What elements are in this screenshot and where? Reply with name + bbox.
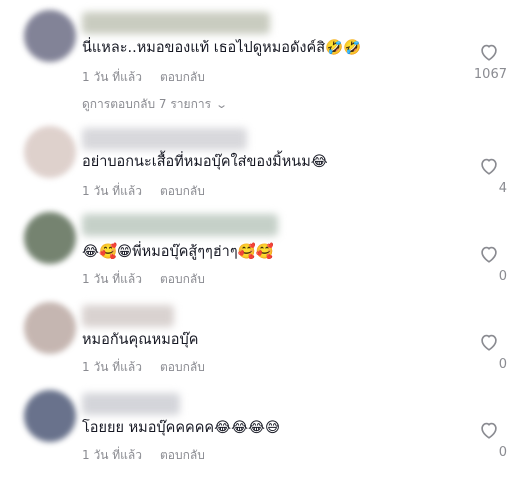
reply-button[interactable]: ตอบกลับ (160, 70, 205, 84)
like-button[interactable] (478, 243, 500, 265)
comment-text: นี่แหละ..หมอของแท้ เธอไปดูหมอดังค์สิ🤣🤣 (82, 40, 362, 56)
reply-button[interactable]: ตอบกลับ (160, 448, 205, 462)
username[interactable] (82, 214, 278, 236)
comment-meta: 1 วัน ที่แล้ว ตอบกลับ (82, 446, 205, 465)
heart-outline-icon (481, 422, 497, 439)
username[interactable] (82, 393, 180, 415)
heart-outline-icon (481, 44, 497, 61)
comment-text: อย่าบอกนะเสื้อที่หมอบุ๊คใส่ของมิ้หนม😂 (82, 154, 328, 170)
comment-time: 1 วัน ที่แล้ว (82, 448, 142, 462)
like-count: 0 (498, 269, 507, 284)
avatar[interactable] (24, 126, 76, 178)
comment-meta: 1 วัน ที่แล้ว ตอบกลับ (82, 358, 205, 377)
username[interactable] (82, 305, 174, 327)
view-replies-label: ดูการตอบกลับ 7 รายการ (82, 97, 212, 111)
like-button[interactable] (478, 419, 500, 441)
avatar[interactable] (24, 10, 76, 62)
avatar[interactable] (24, 212, 76, 264)
comment-meta: 1 วัน ที่แล้ว ตอบกลับ (82, 68, 205, 87)
username[interactable] (82, 12, 270, 34)
comment-time: 1 วัน ที่แล้ว (82, 360, 142, 374)
comment-time: 1 วัน ที่แล้ว (82, 70, 142, 84)
reply-button[interactable]: ตอบกลับ (160, 184, 205, 198)
comment-meta: 1 วัน ที่แล้ว ตอบกลับ (82, 270, 205, 289)
chevron-down-icon: ⌄ (215, 98, 229, 111)
heart-outline-icon (481, 246, 497, 263)
like-count: 1067 (473, 67, 507, 82)
avatar[interactable] (24, 302, 76, 354)
comment-meta: 1 วัน ที่แล้ว ตอบกลับ (82, 182, 205, 201)
comment-time: 1 วัน ที่แล้ว (82, 184, 142, 198)
heart-outline-icon (481, 334, 497, 351)
comment-text: โอยยย หมอบุ๊คคคคค😂😂😂😅 (82, 420, 281, 436)
reply-button[interactable]: ตอบกลับ (160, 360, 205, 374)
like-button[interactable] (478, 155, 500, 177)
comment-time: 1 วัน ที่แล้ว (82, 272, 142, 286)
like-count: 4 (498, 181, 507, 196)
username[interactable] (82, 128, 247, 150)
comment-text: 😂🥰😁พี่หมอบุ๊คสู้ๆๆฮ่าๆ🥰🥰 (82, 244, 274, 260)
like-button[interactable] (478, 41, 500, 63)
like-count: 0 (498, 445, 507, 460)
like-button[interactable] (478, 331, 500, 353)
like-count: 0 (498, 357, 507, 372)
heart-outline-icon (481, 158, 497, 175)
comment-text: หมอกันคุณหมอบุ๊ค (82, 332, 199, 348)
reply-button[interactable]: ตอบกลับ (160, 272, 205, 286)
view-replies-button[interactable]: ดูการตอบกลับ 7 รายการ ⌄ (82, 95, 229, 114)
avatar[interactable] (24, 390, 76, 442)
